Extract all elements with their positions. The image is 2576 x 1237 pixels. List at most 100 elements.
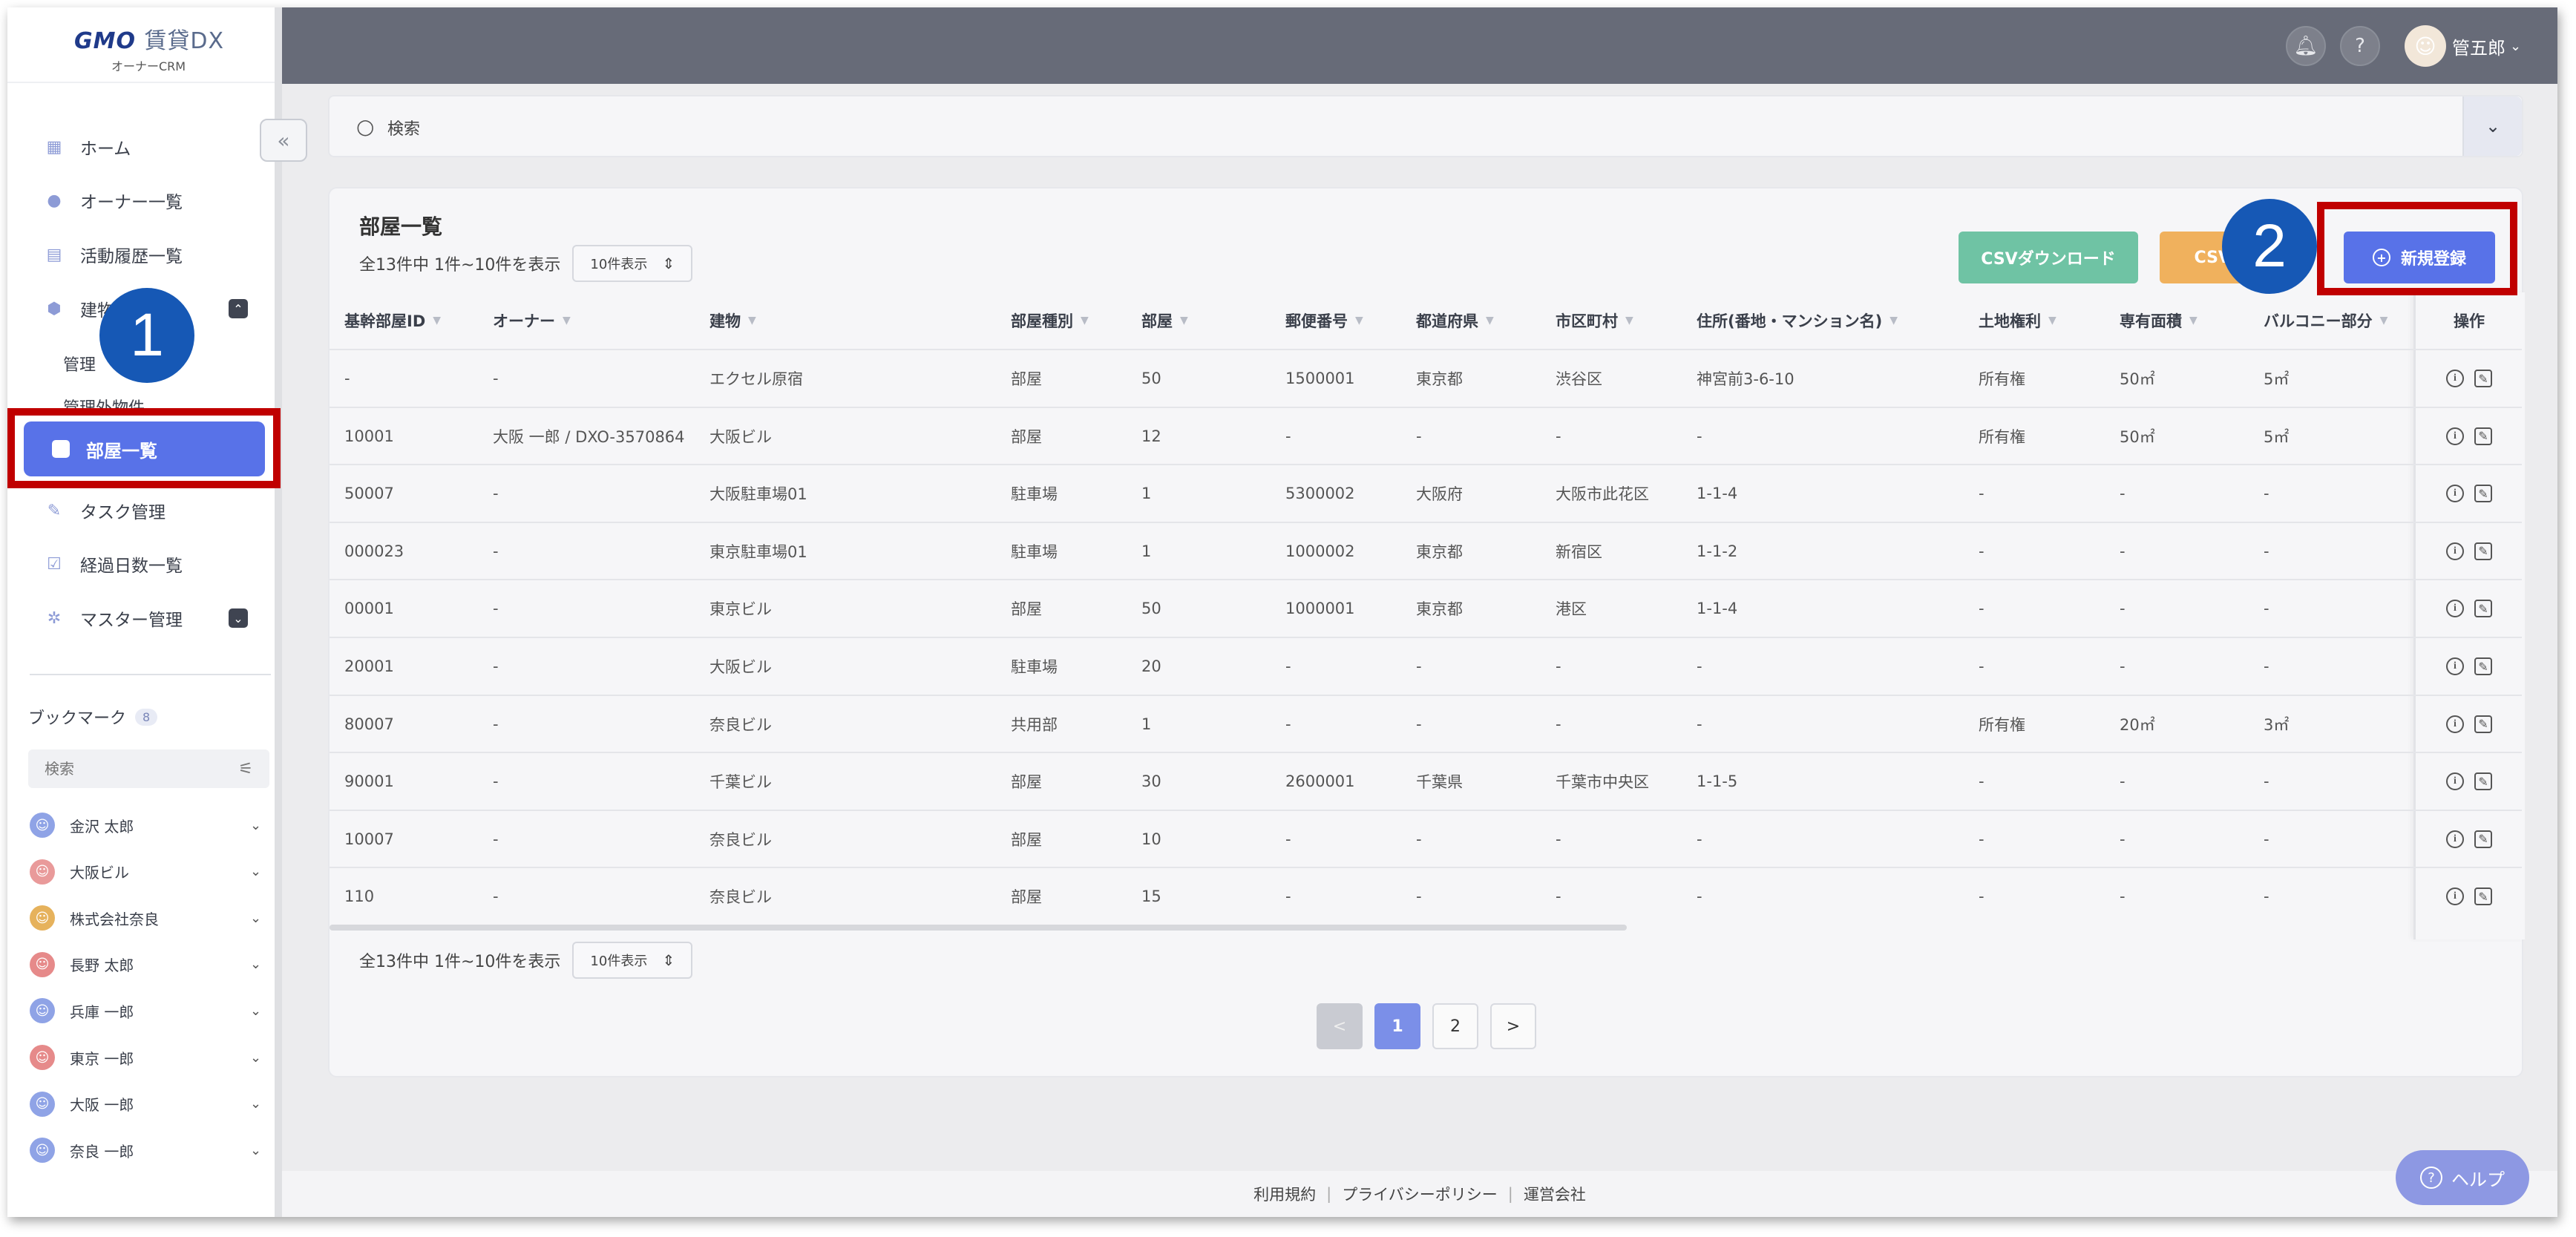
- chevron-down-icon[interactable]: ⌄: [250, 864, 261, 879]
- bookmark-search-input[interactable]: [45, 760, 193, 778]
- bookmark-item[interactable]: ☺ 大阪 一郎 ⌄: [30, 1086, 271, 1123]
- edit-icon[interactable]: ✎: [2474, 427, 2492, 445]
- column-header-room-type[interactable]: 部屋種別 ▼: [1011, 292, 1089, 349]
- column-header-building[interactable]: 建物 ▼: [709, 292, 756, 349]
- chevron-down-icon[interactable]: ⌄: [250, 1003, 261, 1019]
- sidebar-item-home[interactable]: ▦ ホーム: [45, 125, 131, 169]
- sort-icon[interactable]: ▼: [1625, 315, 1633, 327]
- next-page-button[interactable]: >: [1490, 1003, 1536, 1049]
- sort-icon[interactable]: ▼: [2048, 315, 2056, 327]
- bookmark-item[interactable]: ☺ 長野 太郎 ⌄: [30, 946, 271, 983]
- info-icon[interactable]: i: [2446, 657, 2464, 675]
- sidebar-item-elapsed-days[interactable]: ☑ 経過日数一覧: [45, 542, 183, 586]
- sort-icon[interactable]: ▼: [1486, 315, 1494, 327]
- info-icon[interactable]: i: [2446, 542, 2464, 560]
- column-header-area[interactable]: 専有面積 ▼: [2120, 292, 2198, 349]
- cell-address: -: [1697, 715, 1702, 733]
- edit-icon[interactable]: ✎: [2474, 370, 2492, 387]
- sort-icon[interactable]: ▼: [2380, 315, 2388, 327]
- info-icon[interactable]: i: [2446, 830, 2464, 848]
- column-header-city[interactable]: 市区町村 ▼: [1556, 292, 1633, 349]
- column-header-owner[interactable]: オーナー ▼: [493, 292, 571, 349]
- info-icon[interactable]: i: [2446, 485, 2464, 503]
- sidebar-item-owners[interactable]: ● オーナー一覧: [45, 178, 183, 223]
- user-menu[interactable]: ☺ 管五郎 ⌄: [2405, 25, 2521, 67]
- chevron-down-icon[interactable]: ⌄: [229, 608, 248, 628]
- sort-icon[interactable]: ▼: [1081, 315, 1089, 327]
- help-circle-icon[interactable]: ?: [2340, 26, 2380, 66]
- page-2-button[interactable]: 2: [1432, 1003, 1478, 1049]
- column-header-balcony[interactable]: バルコニー部分 ▼: [2264, 292, 2387, 349]
- cell-city: -: [1556, 715, 1561, 733]
- info-icon[interactable]: i: [2446, 772, 2464, 791]
- edit-icon[interactable]: ✎: [2474, 887, 2492, 906]
- column-header-prefecture[interactable]: 都道府県 ▼: [1416, 292, 1494, 349]
- edit-icon[interactable]: ✎: [2474, 657, 2492, 675]
- bookmark-item[interactable]: ☺ 株式会社奈良 ⌄: [30, 899, 271, 936]
- chevron-down-icon[interactable]: ⌄: [250, 910, 261, 926]
- edit-icon[interactable]: ✎: [2474, 485, 2492, 503]
- sidebar-item-label: オーナー一覧: [80, 193, 183, 212]
- footer-link-terms[interactable]: 利用規約: [1253, 1183, 1316, 1205]
- cell-postal-code: 1000002: [1285, 542, 1355, 560]
- bell-icon[interactable]: 🔔︎: [2286, 26, 2326, 66]
- info-icon[interactable]: i: [2446, 715, 2464, 733]
- sidebar-subitem-managed[interactable]: 管理: [63, 352, 96, 375]
- column-header-land-right[interactable]: 土地権利 ▼: [1979, 292, 2056, 349]
- cell-land-right: -: [1979, 887, 1985, 906]
- footer-link-privacy[interactable]: プライバシーポリシー: [1342, 1183, 1498, 1205]
- edit-icon[interactable]: ✎: [2474, 830, 2492, 848]
- column-header-label: 建物: [709, 312, 741, 330]
- page-1-button[interactable]: 1: [1374, 1003, 1420, 1049]
- sort-icon[interactable]: ▼: [563, 315, 571, 327]
- info-icon[interactable]: i: [2446, 370, 2464, 387]
- help-button[interactable]: ? ヘルプ: [2396, 1150, 2529, 1205]
- cell-city: 新宿区: [1556, 542, 1602, 561]
- info-icon[interactable]: i: [2446, 887, 2464, 906]
- chevron-down-icon[interactable]: ⌄: [250, 1143, 261, 1158]
- per-page-select[interactable]: 10件表示 ⇕: [572, 245, 693, 282]
- bookmark-item[interactable]: ☺ 兵庫 一郎 ⌄: [30, 992, 271, 1029]
- chevron-up-icon[interactable]: ⌃: [229, 299, 248, 318]
- sort-icon[interactable]: ▼: [2189, 315, 2198, 327]
- filter-icon[interactable]: ⚟: [238, 760, 253, 778]
- chevron-down-icon[interactable]: ⌄: [250, 957, 261, 972]
- info-icon[interactable]: i: [2446, 600, 2464, 618]
- logo[interactable]: GMO 賃貸DX オーナーCRM: [74, 22, 223, 74]
- edit-icon[interactable]: ✎: [2474, 600, 2492, 618]
- edit-icon[interactable]: ✎: [2474, 715, 2492, 733]
- info-icon[interactable]: i: [2446, 427, 2464, 445]
- column-header-room-id[interactable]: 基幹部屋ID ▼: [344, 292, 441, 349]
- sort-icon[interactable]: ▼: [1355, 315, 1363, 327]
- bookmark-item[interactable]: ☺ 大阪ビル ⌄: [30, 853, 271, 890]
- column-header-address[interactable]: 住所(番地・マンション名) ▼: [1697, 292, 1898, 349]
- search-input[interactable]: 検索: [387, 116, 420, 140]
- avatar: ☺: [30, 951, 55, 977]
- sidebar-item-tasks[interactable]: ✎ タスク管理: [45, 488, 165, 533]
- column-header-room[interactable]: 部屋 ▼: [1141, 292, 1188, 349]
- prev-page-button[interactable]: <: [1317, 1003, 1363, 1049]
- horizontal-scrollbar[interactable]: [330, 925, 1627, 931]
- collapse-sidebar-button[interactable]: «: [260, 119, 307, 162]
- sort-icon[interactable]: ▼: [1890, 315, 1898, 327]
- sort-icon[interactable]: ▼: [748, 315, 756, 327]
- bookmark-label: 奈良 一郎: [70, 1142, 134, 1161]
- sidebar-item-activity[interactable]: ▤ 活動履歴一覧: [45, 232, 183, 277]
- bookmark-item[interactable]: ☺ 金沢 太郎 ⌄: [30, 807, 271, 844]
- chevron-down-icon[interactable]: ⌄: [250, 1096, 261, 1112]
- column-header-postal-code[interactable]: 郵便番号 ▼: [1285, 292, 1363, 349]
- edit-icon[interactable]: ✎: [2474, 542, 2492, 560]
- sort-icon[interactable]: ▼: [1180, 315, 1188, 327]
- bookmark-item[interactable]: ☺ 奈良 一郎 ⌄: [30, 1132, 271, 1169]
- csv-download-button[interactable]: CSVダウンロード: [1959, 232, 2138, 283]
- footer-link-company[interactable]: 運営会社: [1524, 1183, 1586, 1205]
- search-expand-button[interactable]: ⌄: [2462, 96, 2522, 156]
- chevron-down-icon[interactable]: ⌄: [250, 1050, 261, 1066]
- edit-icon[interactable]: ✎: [2474, 772, 2492, 791]
- chevron-down-icon[interactable]: ⌄: [250, 818, 261, 833]
- bookmark-item[interactable]: ☺ 東京 一郎 ⌄: [30, 1039, 271, 1076]
- sort-icon[interactable]: ▼: [433, 315, 441, 327]
- per-page-select[interactable]: 10件表示 ⇕: [572, 942, 693, 979]
- cell-owner: -: [493, 887, 499, 906]
- sidebar-item-master[interactable]: ✲ マスター管理 ⌄: [45, 596, 248, 640]
